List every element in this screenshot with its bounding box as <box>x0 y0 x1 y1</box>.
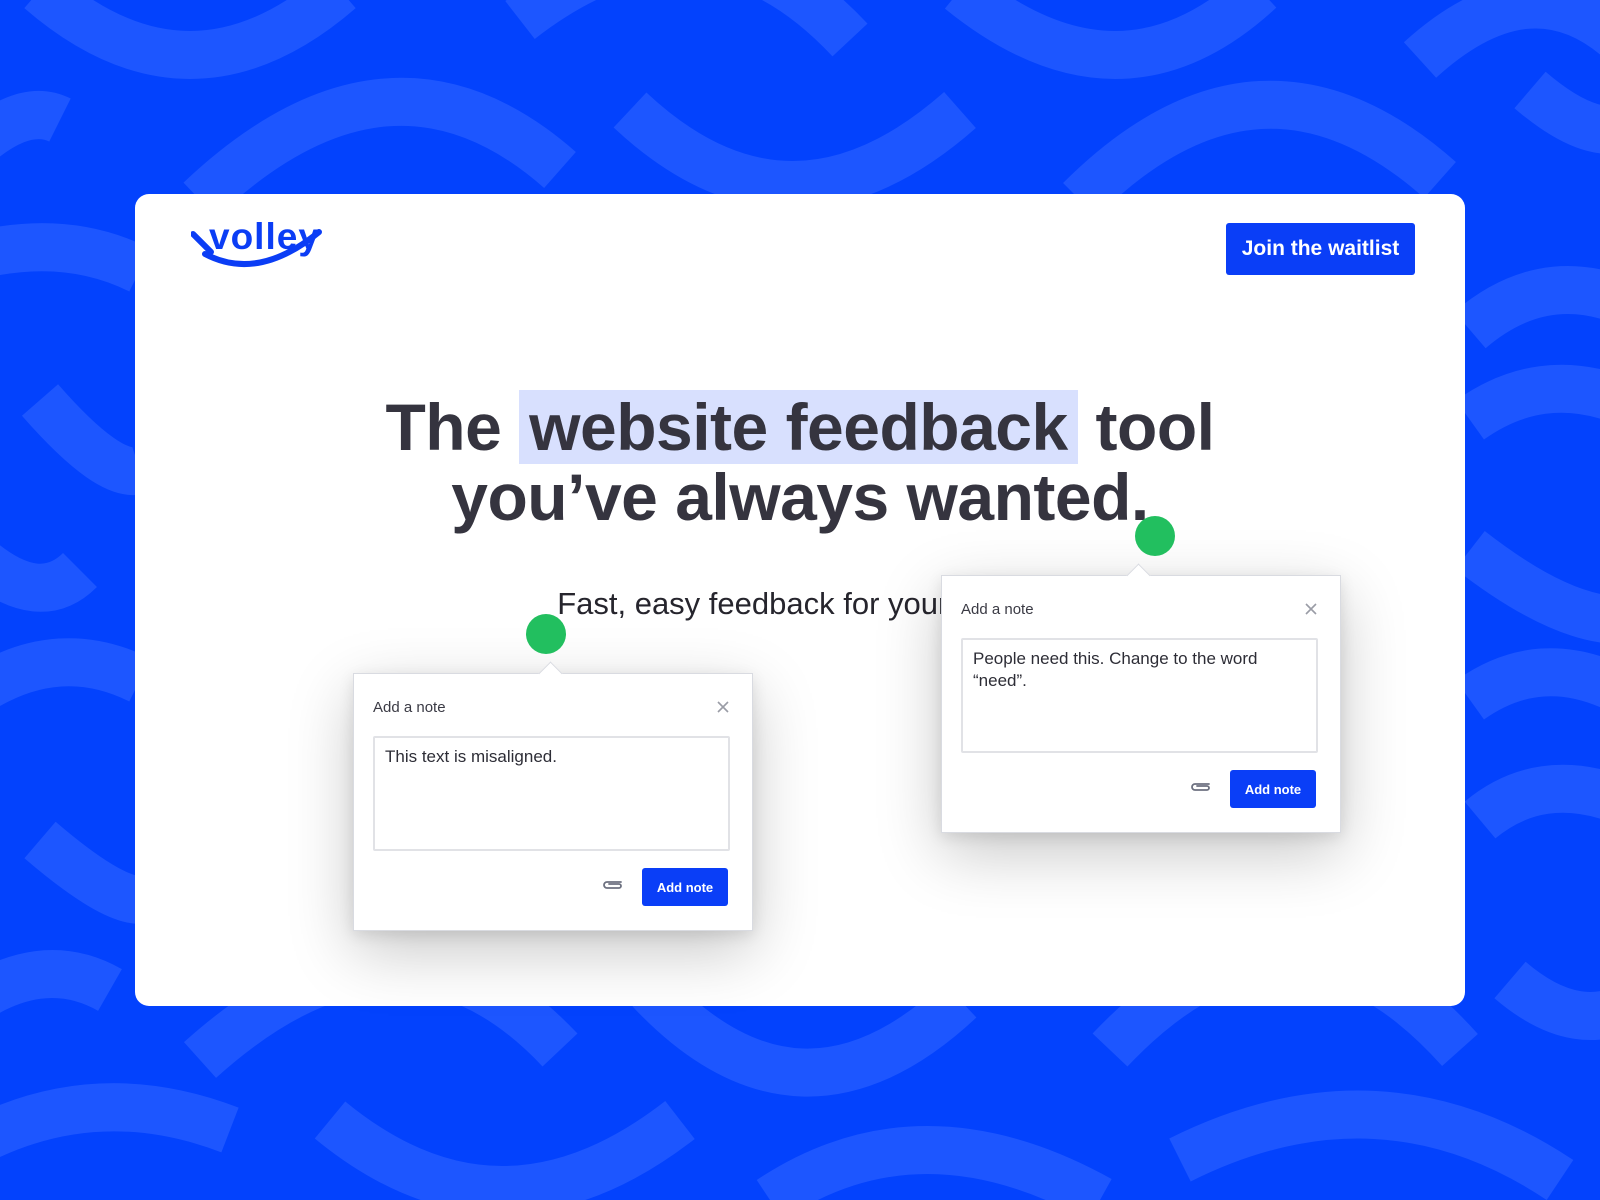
note-popover: Add a note People need this. Change to t… <box>941 563 1341 833</box>
paperclip-icon[interactable] <box>1189 780 1213 794</box>
paperclip-icon[interactable] <box>601 878 625 892</box>
landing-page-card: volley Join the waitlist The website fee… <box>135 194 1465 1006</box>
note-textarea[interactable]: This text is misaligned. <box>373 736 730 851</box>
close-icon[interactable] <box>1304 602 1318 616</box>
logo-smile-icon <box>191 229 322 267</box>
annotation-pin-subhead[interactable] <box>526 614 566 654</box>
volley-logo[interactable]: volley <box>191 216 325 272</box>
popover-caret <box>538 661 563 686</box>
add-note-button[interactable]: Add note <box>642 868 728 906</box>
headline-line-2: you’ve always wanted. <box>451 460 1149 534</box>
annotation-pin-headline[interactable] <box>1135 516 1175 556</box>
headline-text-start: The <box>385 390 520 464</box>
hero-headline: The website feedback tool you’ve always … <box>135 390 1465 534</box>
headline-text-end: tool <box>1077 390 1215 464</box>
close-icon[interactable] <box>716 700 730 714</box>
popover-title: Add a note <box>961 601 1034 618</box>
popover-caret <box>1126 563 1151 588</box>
popover-title: Add a note <box>373 699 446 716</box>
note-popover: Add a note This text is misaligned. Add … <box>353 661 753 931</box>
add-note-button[interactable]: Add note <box>1230 770 1316 808</box>
headline-highlighted-text[interactable]: website feedback <box>519 390 1078 464</box>
note-textarea[interactable]: People need this. Change to the word “ne… <box>961 638 1318 753</box>
join-waitlist-button[interactable]: Join the waitlist <box>1226 223 1415 275</box>
